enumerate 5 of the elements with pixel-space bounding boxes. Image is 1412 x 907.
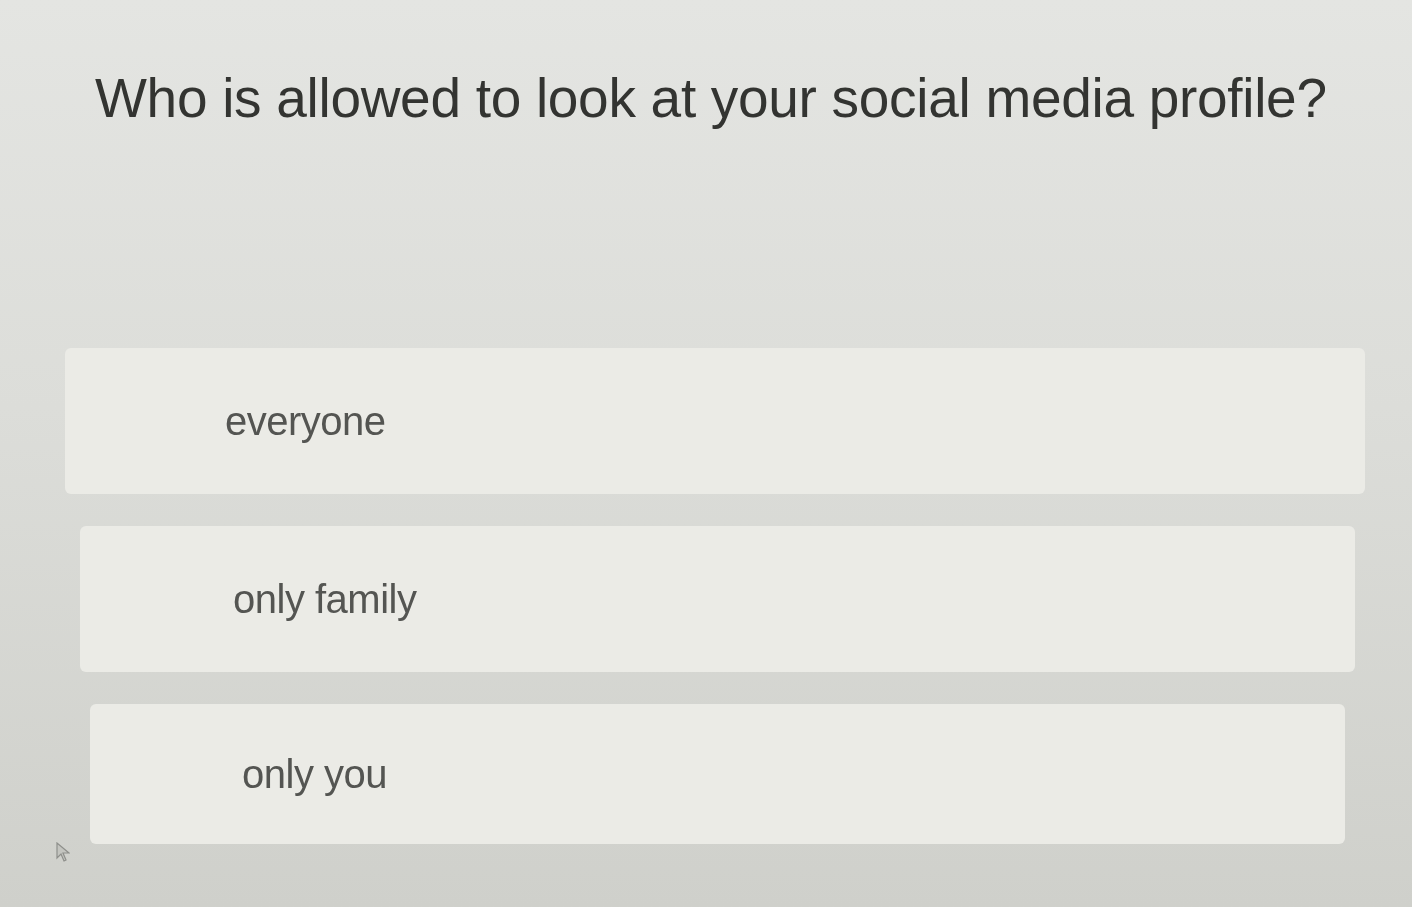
answer-option[interactable]: only you xyxy=(90,704,1345,844)
cursor-icon xyxy=(56,842,70,862)
question-text: Who is allowed to look at your social media profile? xyxy=(95,66,1328,131)
answer-option[interactable]: everyone xyxy=(65,348,1365,494)
answer-option[interactable]: only family xyxy=(80,526,1355,672)
